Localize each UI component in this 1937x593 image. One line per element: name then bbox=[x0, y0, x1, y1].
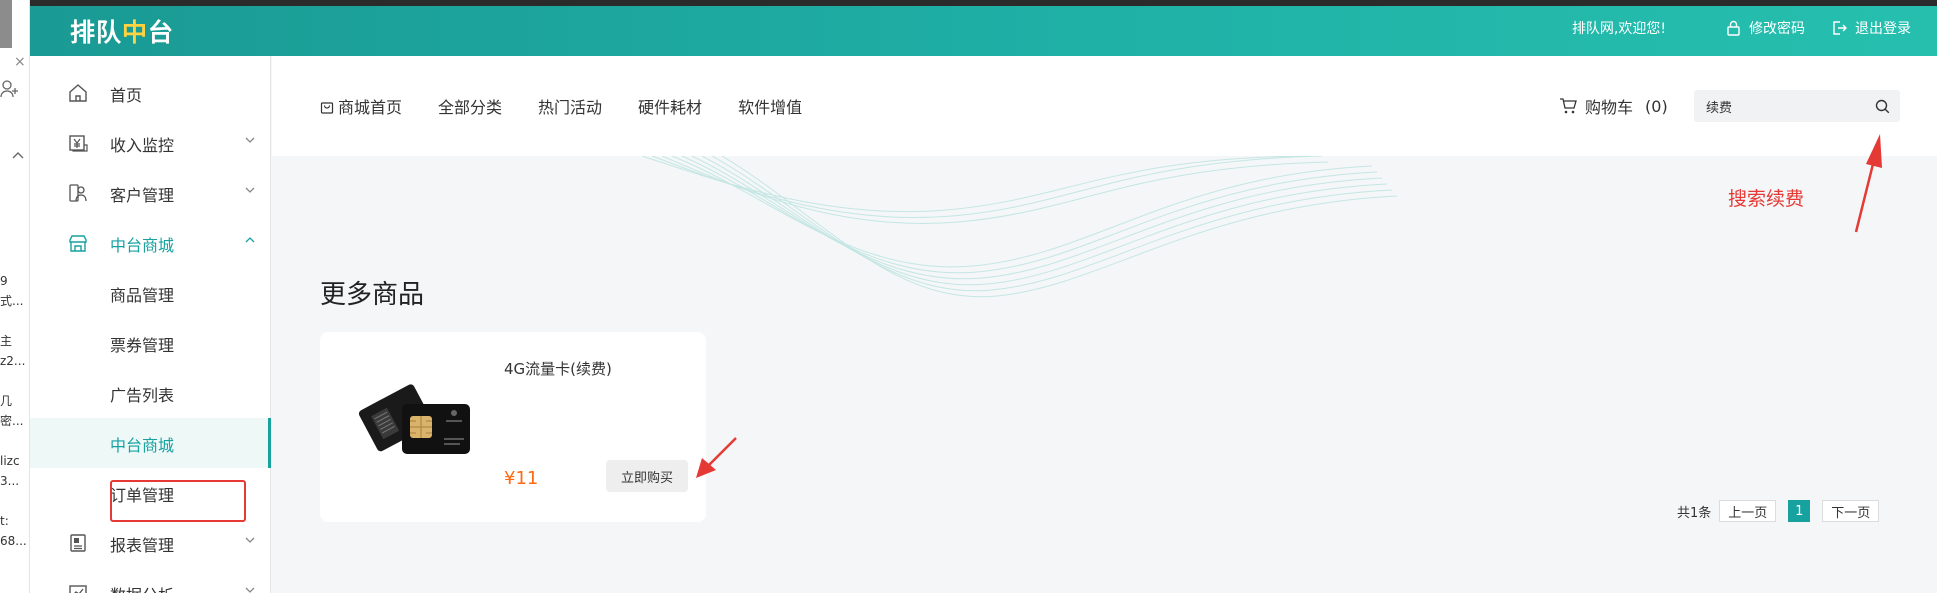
sidebar-subitem-label: 票券管理 bbox=[110, 336, 175, 355]
annotation-search-note: 搜索续费 bbox=[1728, 188, 1805, 210]
store-navbar: 商城首页 全部分类 热门活动 硬件耗材 软件增值 购物车 (0) bbox=[272, 56, 1937, 156]
sidebar-item-label: 数据分析 bbox=[110, 582, 174, 593]
sidebar-subitem-label: 广告列表 bbox=[110, 386, 175, 405]
strip-text: t: bbox=[0, 514, 9, 528]
sidebar-subitem-orders[interactable]: 订单管理 bbox=[30, 468, 271, 518]
strip-text: 3... bbox=[0, 474, 20, 488]
strip-text: 几 bbox=[0, 394, 13, 408]
sidebar-subitem-store-mall[interactable]: 中台商城 bbox=[30, 418, 271, 468]
cart-link[interactable]: 购物车 (0) bbox=[1559, 94, 1668, 118]
sidebar-subitem-label: 商品管理 bbox=[110, 286, 175, 305]
search-input[interactable] bbox=[1694, 90, 1864, 122]
sidebar-item-customers[interactable]: 客户管理 bbox=[30, 168, 271, 218]
nav-all-categories[interactable]: 全部分类 bbox=[438, 94, 502, 118]
nav-software-addons[interactable]: 软件增值 bbox=[738, 94, 802, 118]
strip-text: 式... bbox=[0, 294, 24, 308]
search-icon[interactable] bbox=[1875, 99, 1890, 114]
nav-link-label: 全部分类 bbox=[438, 98, 503, 117]
nav-link-label: 硬件耗材 bbox=[638, 98, 703, 117]
chevron-down-icon bbox=[245, 187, 255, 193]
pagination: 共1条 上一页 1 下一页 bbox=[1677, 500, 1891, 522]
cart-label: 购物车 bbox=[1585, 98, 1634, 117]
strip-text: 9 bbox=[0, 274, 8, 288]
change-password-label: 修改密码 bbox=[1749, 21, 1805, 37]
sidebar-item-reports[interactable]: 报表管理 bbox=[30, 518, 271, 568]
section-title: 更多商品 bbox=[320, 280, 425, 310]
sidebar-item-label: 报表管理 bbox=[110, 536, 175, 555]
product-name[interactable]: 4G流量卡(续费) bbox=[504, 358, 612, 379]
strip-text: z2... bbox=[0, 354, 26, 368]
top-header: 排队中台 排队网,欢迎您! 修改密码 退出登录 bbox=[30, 0, 1937, 56]
chevron-down-icon bbox=[245, 137, 255, 143]
sidebar-item-label: 首页 bbox=[110, 86, 143, 105]
store-icon bbox=[69, 235, 87, 252]
strip-text: 68... bbox=[0, 534, 27, 548]
sidebar-item-store[interactable]: 中台商城 bbox=[30, 218, 271, 268]
sidebar-subitem-products[interactable]: 商品管理 bbox=[30, 268, 271, 318]
add-user-icon[interactable] bbox=[0, 80, 20, 102]
customer-icon bbox=[69, 184, 87, 202]
sidebar-item-home[interactable]: 首页 bbox=[30, 68, 271, 118]
income-icon bbox=[69, 135, 88, 152]
sidebar-item-income[interactable]: 收入监控 bbox=[30, 118, 271, 168]
logout-label: 退出登录 bbox=[1855, 21, 1911, 37]
brand-logo[interactable]: 排队中台 bbox=[70, 13, 174, 49]
next-page-button[interactable]: 下一页 bbox=[1822, 500, 1880, 522]
sidebar-item-label: 客户管理 bbox=[110, 186, 175, 205]
sidebar-item-analysis[interactable]: 数据分析 bbox=[30, 568, 271, 593]
window-edge bbox=[0, 0, 12, 48]
product-price: ¥11 bbox=[504, 468, 539, 489]
close-icon[interactable]: × bbox=[14, 54, 26, 70]
chevron-down-icon bbox=[245, 537, 255, 543]
strip-text: 密... bbox=[0, 414, 24, 428]
decorative-waves bbox=[641, 156, 1398, 298]
pagination-total: 共1条 bbox=[1677, 505, 1712, 521]
nav-link-label: 热门活动 bbox=[538, 98, 603, 117]
sidebar-subitem-label: 订单管理 bbox=[110, 486, 175, 505]
lock-icon bbox=[1727, 20, 1740, 36]
current-page-button[interactable]: 1 bbox=[1788, 500, 1811, 522]
home-icon bbox=[69, 84, 87, 102]
nav-hot-events[interactable]: 热门活动 bbox=[538, 94, 602, 118]
welcome-text: 排队网,欢迎您! bbox=[1571, 21, 1666, 37]
change-password-link[interactable]: 修改密码 bbox=[1726, 18, 1805, 38]
strip-text: 主 bbox=[0, 334, 13, 348]
chevron-down-icon bbox=[245, 587, 255, 593]
main-content: 商城首页 全部分类 热门活动 硬件耗材 软件增值 购物车 (0) 续费 搜索续费… bbox=[272, 56, 1937, 593]
chevron-up-icon[interactable] bbox=[12, 148, 24, 162]
chevron-up-icon bbox=[245, 237, 255, 243]
report-icon bbox=[70, 534, 86, 552]
product-card[interactable]: 4G流量卡(续费) ¥11 立即购买 bbox=[320, 332, 706, 522]
background-window-strip: × 9 式... 主 z2... 几 密... lizc 3... t: 68.… bbox=[0, 0, 30, 593]
sim-card-image bbox=[358, 384, 470, 454]
sidebar-item-label: 中台商城 bbox=[110, 236, 175, 255]
sidebar-subitem-tickets[interactable]: 票券管理 bbox=[30, 318, 271, 368]
sidebar-item-label: 收入监控 bbox=[110, 136, 175, 155]
sidebar-subitem-label: 中台商城 bbox=[110, 436, 175, 455]
nav-link-label: 商城首页 bbox=[338, 98, 403, 117]
nav-store-home[interactable]: 商城首页 bbox=[320, 94, 402, 118]
search-box bbox=[1694, 90, 1900, 122]
buy-now-button[interactable]: 立即购买 bbox=[606, 460, 688, 492]
prev-page-button[interactable]: 上一页 bbox=[1719, 500, 1777, 522]
strip-text: lizc bbox=[0, 454, 20, 468]
analysis-icon bbox=[69, 585, 87, 593]
logout-link[interactable]: 退出登录 bbox=[1831, 18, 1911, 38]
sidebar-subitem-ads[interactable]: 广告列表 bbox=[30, 368, 271, 418]
shopping-bag-icon bbox=[320, 101, 334, 114]
logout-icon bbox=[1833, 21, 1847, 35]
sidebar: 首页 收入监控 客户管理 中台商城 商品管理 票券管理 广告列表 中台商城 订单… bbox=[30, 56, 271, 593]
nav-link-label: 软件增值 bbox=[738, 98, 803, 117]
nav-hardware-supplies[interactable]: 硬件耗材 bbox=[638, 94, 702, 118]
shopping-cart-icon bbox=[1560, 98, 1577, 114]
cart-count: (0) bbox=[1645, 96, 1668, 116]
